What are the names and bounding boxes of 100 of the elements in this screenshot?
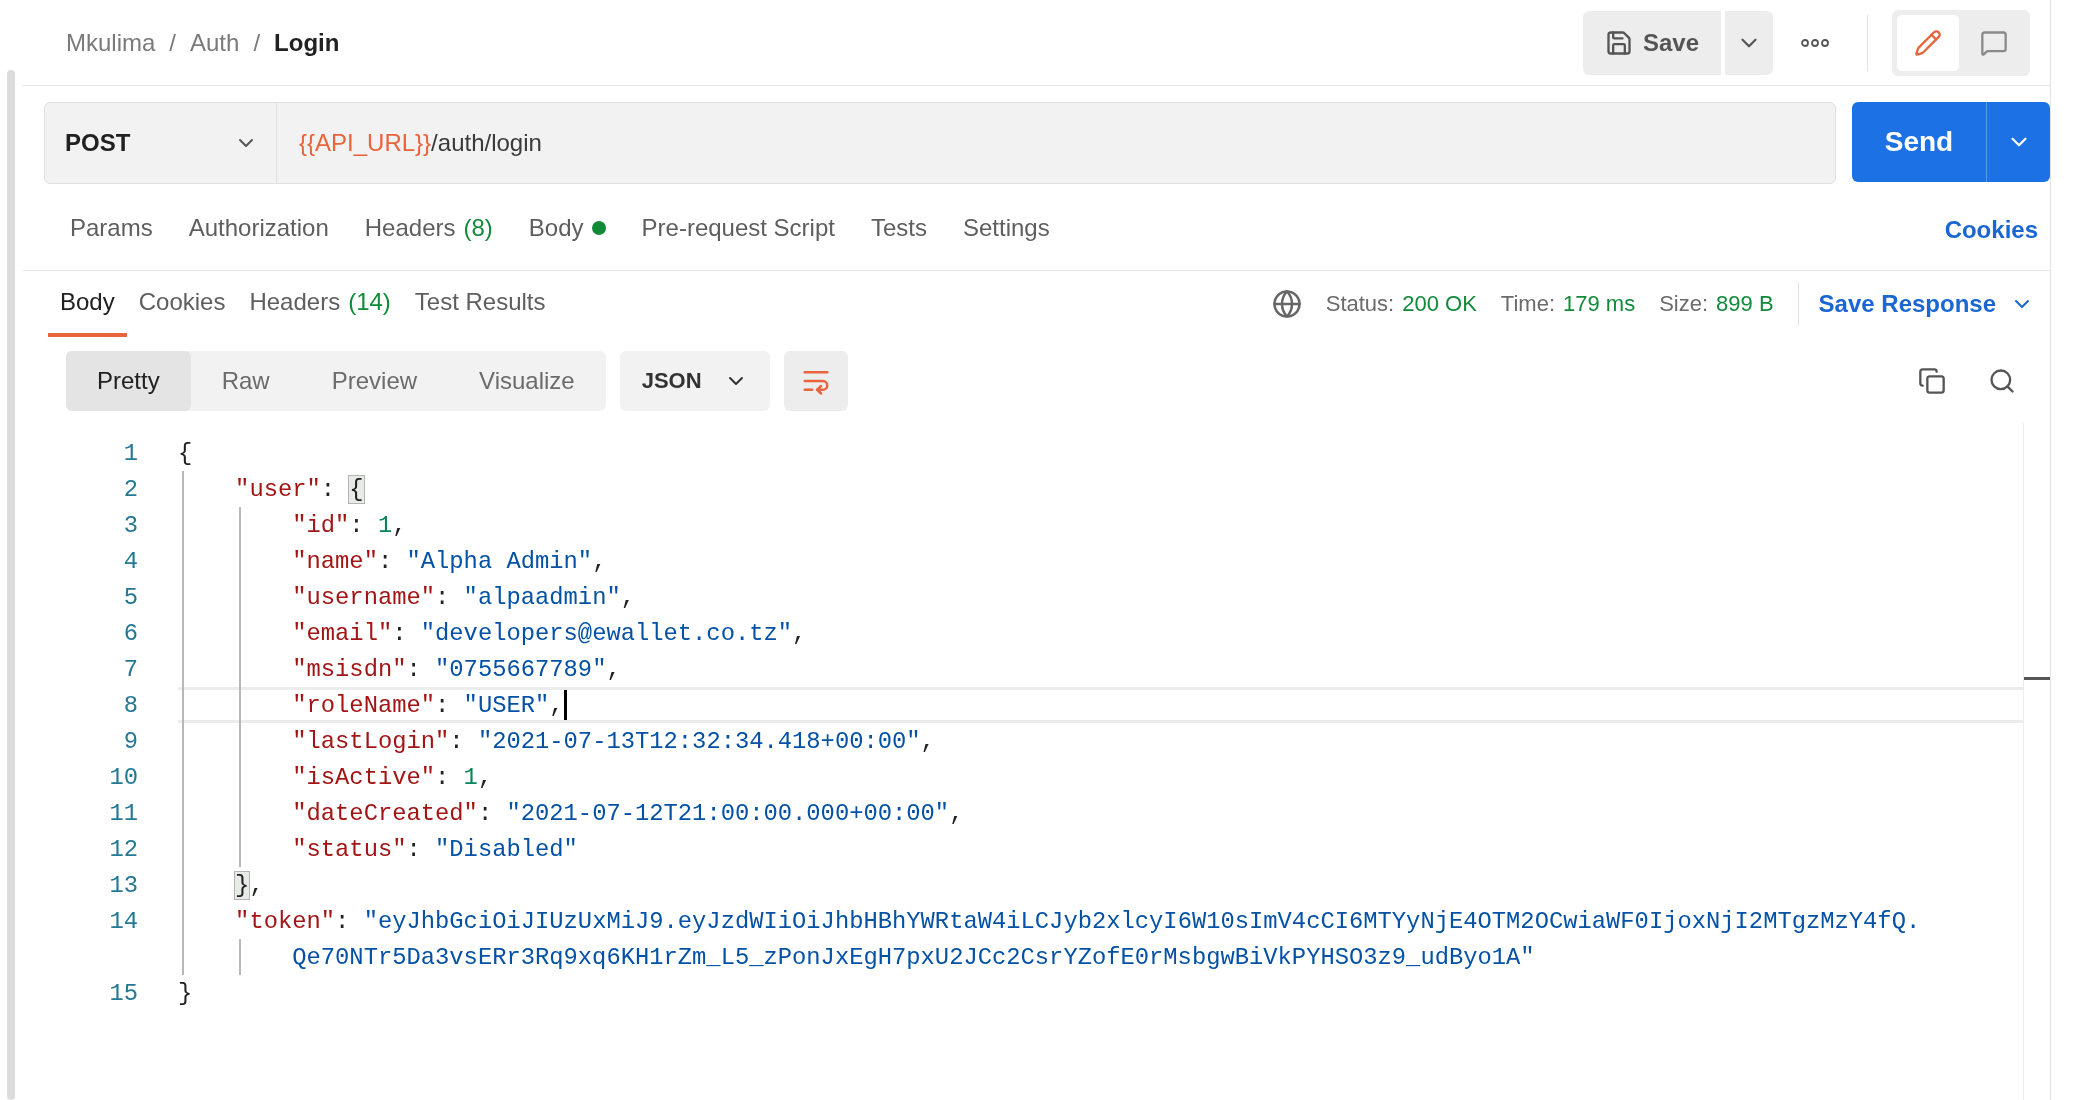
cookies-link[interactable]: Cookies: [1944, 216, 2038, 244]
edit-mode-button[interactable]: [1897, 14, 1959, 71]
code-token: "status": [292, 835, 407, 863]
code-token: :: [377, 547, 394, 575]
code-token: "username": [292, 583, 436, 611]
line-number: 10: [108, 763, 138, 791]
request-tab[interactable]: Tests: [852, 190, 945, 270]
request-tab[interactable]: Params: [52, 190, 171, 270]
code-token: :: [392, 619, 408, 647]
view-mode-button[interactable]: Visualize: [448, 351, 606, 411]
code-token: "alpaadmin": [463, 583, 621, 611]
code-token: :: [406, 655, 422, 683]
code-token: "Alpha Admin": [406, 547, 593, 575]
response-tab[interactable]: Test Results: [402, 271, 558, 337]
breadcrumb-item[interactable]: Auth: [190, 28, 240, 57]
code-token: ,: [620, 583, 635, 611]
more-icon: [1801, 38, 1829, 47]
comment-icon: [1980, 28, 2008, 57]
save-button[interactable]: Save: [1582, 10, 1721, 75]
breadcrumb-item: Login: [274, 28, 340, 57]
meta-label: Time:: [1500, 291, 1555, 317]
line-number: 6: [122, 619, 138, 647]
line-number: 15: [108, 979, 138, 1007]
code-token: "user": [235, 475, 321, 503]
globe-icon[interactable]: [1271, 289, 1302, 319]
code-token: :: [477, 799, 494, 827]
code-token: "msisdn": [292, 655, 407, 683]
request-tab[interactable]: Settings: [944, 190, 1068, 270]
send-button[interactable]: Send: [1852, 102, 1986, 182]
code-token: :: [349, 511, 365, 539]
code-token: 1: [377, 511, 393, 539]
code-token: "2021-07-12T21:00:00.000+00:00": [506, 799, 950, 827]
code-token: ,: [477, 763, 493, 791]
code-token: ,: [920, 727, 935, 755]
code-token: "id": [292, 511, 350, 539]
line-number: 3: [122, 511, 138, 539]
view-mode-button[interactable]: Raw: [190, 351, 301, 411]
code-token: ,: [792, 619, 807, 647]
code-token: "USER": [463, 691, 550, 719]
line-number: 8: [122, 691, 138, 719]
save-response-button[interactable]: Save Response: [1797, 282, 2034, 326]
code-token: "token": [235, 907, 336, 935]
save-icon: [1604, 28, 1633, 57]
meta-value: 200 OK: [1402, 291, 1477, 317]
code-token: ,: [949, 799, 964, 827]
code-token: "roleName": [292, 691, 436, 719]
meta-value: 899 B: [1716, 291, 1774, 317]
code-token: :: [320, 475, 337, 503]
text-cursor: [563, 690, 567, 720]
view-mode-button[interactable]: Preview: [300, 351, 449, 411]
format-dropdown[interactable]: JSON: [619, 351, 770, 411]
request-tab[interactable]: Headers (8): [346, 190, 511, 270]
pencil-icon: [1914, 28, 1942, 57]
request-tab[interactable]: Authorization: [170, 190, 347, 270]
line-number: 13: [108, 871, 138, 899]
meta-label: Status:: [1325, 291, 1395, 317]
scrollbar[interactable]: [7, 70, 15, 1100]
response-tab[interactable]: Body: [48, 271, 127, 337]
code-token: :: [435, 691, 451, 719]
breadcrumb-separator: /: [253, 28, 261, 57]
matched-bracket: }: [235, 871, 250, 899]
line-number: 7: [122, 655, 138, 683]
code-token: "0755667789": [435, 655, 607, 683]
code-token: 1: [463, 763, 478, 791]
code-token: {: [178, 439, 193, 467]
code-token: :: [435, 583, 451, 611]
response-tab[interactable]: Cookies: [126, 271, 238, 337]
code-token: }: [178, 979, 193, 1007]
code-token: "lastLogin": [292, 727, 450, 755]
code-token: "email": [292, 619, 393, 647]
breadcrumb-separator: /: [169, 28, 176, 57]
code-token: ,: [249, 871, 264, 899]
line-number: 1: [122, 439, 138, 467]
meta-label: Size:: [1659, 291, 1709, 317]
search-icon: [1988, 367, 2016, 395]
code-token: ,: [606, 655, 621, 683]
matched-bracket: {: [349, 475, 364, 503]
line-number: 11: [108, 799, 138, 827]
request-tab[interactable]: Body: [510, 190, 624, 270]
request-tab[interactable]: Pre-request Script: [623, 190, 853, 270]
response-tab[interactable]: Headers (14): [237, 271, 403, 337]
view-mode-button[interactable]: Pretty: [66, 351, 191, 411]
meta-value: 179 ms: [1563, 291, 1636, 317]
line-number: 5: [122, 583, 138, 611]
code-token: :: [406, 835, 422, 863]
code-token: "developers@ewallet.co.tz": [420, 619, 793, 647]
breadcrumb-item[interactable]: Mkulima: [66, 28, 156, 57]
code-token: "isActive": [292, 763, 436, 791]
code-token: "Disabled": [435, 835, 578, 863]
line-number: 12: [108, 835, 138, 863]
line-number: 4: [122, 547, 138, 575]
code-token: ,: [392, 511, 407, 539]
code-token: "dateCreated": [292, 799, 478, 827]
code-token: ,: [549, 691, 564, 719]
code-token: "2021-07-13T12:32:34.418+00:00": [477, 727, 921, 755]
code-token: "eyJhbGciOiJIUzUxMiJ9.eyJzdWIiOiJhbHBhYWRtaW4iLCJyb2xlcyI6W10sImV4cCI6MTYyNjE4OTM2OCwiaWF0IjoxNjI2MTgzMzY4fQ.: [363, 907, 1921, 935]
wrap-lines-button[interactable]: [783, 351, 848, 411]
code-token: "name": [292, 547, 378, 575]
code-token: :: [449, 727, 465, 755]
line-number: 9: [122, 727, 138, 755]
